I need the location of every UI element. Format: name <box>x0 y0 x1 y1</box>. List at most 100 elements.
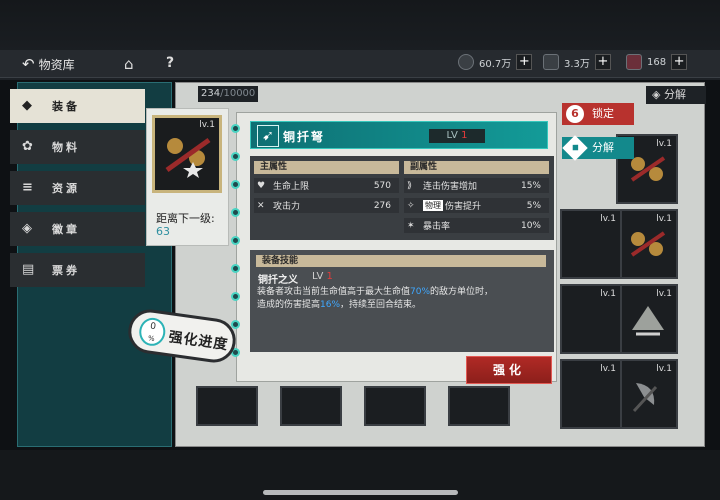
next-level-label: 距离下一级: <box>156 212 215 225</box>
enhance-button[interactable]: 强化 <box>466 356 552 384</box>
capacity-current: 234 <box>201 88 221 99</box>
back-arrow-icon: ↶ <box>22 55 35 73</box>
resource-card-value: 168 <box>647 56 667 68</box>
axe-icon <box>632 383 658 413</box>
badge-icon: ◈ <box>22 221 35 236</box>
tab-resource-label: 资源 <box>52 182 80 195</box>
resource-card: 168 + <box>626 54 688 70</box>
resource-material: 3.3万 + <box>543 54 611 70</box>
inventory-item[interactable]: lv.1 <box>616 284 678 354</box>
equipment-level: LV 1 <box>429 129 485 143</box>
inventory-item[interactable]: lv.1 <box>616 209 678 279</box>
resource-coin-value: 60.7万 <box>479 58 512 70</box>
tab-badge-label: 徽章 <box>52 223 80 236</box>
skill-description: 装备者攻击当前生命值高于最大生命值70%的敌方单位时， 造成的伤害提高16%，持续… <box>257 287 494 310</box>
card-icon <box>626 54 642 70</box>
add-coin-button[interactable]: + <box>516 54 533 70</box>
back-button[interactable]: ↶ 物资库 <box>22 55 75 73</box>
inventory-item[interactable] <box>196 386 258 426</box>
attr-value: 5% <box>526 200 541 211</box>
ticket-icon: ▤ <box>22 262 38 277</box>
attr-label: 生命上限 <box>273 182 310 192</box>
batch-decompose-button[interactable]: ◈ 分解 <box>646 86 706 104</box>
add-material-button[interactable]: + <box>594 54 611 70</box>
selected-item-card[interactable]: lv.1 <box>152 115 222 193</box>
attr-label: 伤害提升 <box>445 202 482 212</box>
attr-label: 连击伤害增加 <box>423 182 478 192</box>
crit-icon: ✶ <box>407 220 415 231</box>
inventory-item[interactable]: lv.1 <box>560 209 622 279</box>
tab-badge[interactable]: ◈ 徽章 <box>10 212 145 246</box>
progress-circle: 0% <box>137 316 168 348</box>
tab-material-label: 物料 <box>52 141 80 154</box>
tab-material[interactable]: ✿ 物料 <box>10 130 145 164</box>
eye-icon: ◆ <box>562 135 588 161</box>
inventory-item[interactable]: lv.1 <box>560 359 622 429</box>
decompose-button[interactable]: ◆ 分解 <box>562 135 634 161</box>
enhance-progress-label: 强化进度 <box>167 329 230 354</box>
item-level: lv.1 <box>600 364 616 374</box>
damage-icon: ⟫ <box>407 180 413 191</box>
fan-weapon-icon <box>632 306 664 336</box>
inventory-capacity: 234/10000 <box>198 86 258 102</box>
add-card-button[interactable]: + <box>671 54 688 70</box>
physical-icon: ✧ <box>407 200 415 211</box>
item-level: lv.1 <box>656 289 672 299</box>
swords-icon: ✕ <box>257 200 265 211</box>
main-attr-title: 主属性 <box>254 161 399 174</box>
next-level-value: 63 <box>156 225 170 238</box>
skill-name: 铜扦之义 <box>258 275 298 286</box>
skill-section-title: 装备技能 <box>256 255 546 267</box>
spiral-ring <box>231 152 240 161</box>
inventory-item[interactable]: lv.1 <box>560 284 622 354</box>
inventory-item[interactable] <box>448 386 510 426</box>
tab-resource[interactable]: ≡ 资源 <box>10 171 145 205</box>
heart-icon: ♥ <box>257 180 266 191</box>
attr-value: 570 <box>373 180 391 191</box>
tab-ticket-label: 票券 <box>52 264 80 277</box>
attr-label: 暴击率 <box>423 222 451 232</box>
sub-attr-title: 副属性 <box>404 161 549 174</box>
selected-item-level: lv.1 <box>199 120 215 130</box>
coin-icon <box>458 54 474 70</box>
eye-icon: ◈ <box>652 88 664 101</box>
material-icon <box>543 54 559 70</box>
material-icon: ✿ <box>22 139 36 154</box>
attr-value: 15% <box>520 180 541 191</box>
bow-icon: ➹ <box>257 125 279 147</box>
resource-icon: ≡ <box>22 180 36 195</box>
resource-material-value: 3.3万 <box>564 58 590 70</box>
decompose-label: 分解 <box>592 141 614 154</box>
spiral-ring <box>231 180 240 189</box>
footer-decoration <box>250 356 400 376</box>
lock-icon: 6 <box>566 105 584 123</box>
item-level: lv.1 <box>656 214 672 224</box>
home-indicator[interactable] <box>263 490 458 495</box>
inventory-item[interactable] <box>280 386 342 426</box>
sub-attr-row: ✧ 物理 伤害提升 5% <box>404 198 549 213</box>
inventory-item[interactable]: lv.1 <box>616 359 678 429</box>
attr-value: 276 <box>373 200 391 211</box>
capacity-max: /10000 <box>220 88 256 99</box>
lock-button[interactable]: 6 锁定 <box>562 103 634 125</box>
tab-ticket[interactable]: ▤ 票券 <box>10 253 145 287</box>
spiral-ring <box>231 236 240 245</box>
attr-value: 10% <box>520 220 541 231</box>
help-icon[interactable]: ? <box>166 55 174 71</box>
crossbow-icon <box>165 137 211 178</box>
tab-equipment[interactable]: ◆ 装备 <box>10 89 145 123</box>
equipment-icon: ◆ <box>22 98 35 113</box>
inventory-item[interactable] <box>364 386 426 426</box>
batch-decompose-label: 分解 <box>663 88 686 101</box>
home-icon[interactable]: ⌂ <box>124 55 134 73</box>
equipment-name: 铜扦弩 <box>283 130 326 144</box>
item-level: lv.1 <box>600 289 616 299</box>
physical-tag: 物理 <box>423 200 443 211</box>
spiral-ring <box>231 264 240 273</box>
lock-label: 锁定 <box>592 107 614 120</box>
spiral-ring <box>231 208 240 217</box>
resource-coin: 60.7万 + <box>458 54 533 70</box>
spiral-ring <box>231 292 240 301</box>
skill-level: LV 1 <box>312 271 333 282</box>
back-label: 物资库 <box>38 57 75 72</box>
